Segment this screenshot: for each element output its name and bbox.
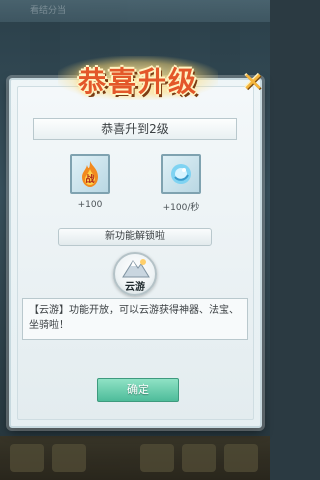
feature-icon-label: 云游 (125, 282, 145, 293)
reward-value-battle-power: +100 (77, 200, 103, 210)
feature-unlock-banner: 新功能解锁啦 (58, 228, 212, 246)
top-status-text: 看结分当 (30, 6, 67, 16)
reward-slot-battle-power[interactable]: 战 (70, 154, 110, 194)
feature-description: 【云游】功能开放，可以云游获得神器、法宝、坐骑啦！ (22, 298, 248, 340)
mountain-icon (122, 259, 150, 278)
dialog-title: 恭喜升级 (77, 65, 198, 98)
menu-slot (224, 444, 258, 472)
title-banner: 恭喜升级 (58, 50, 218, 106)
menu-slot (52, 444, 86, 472)
menu-slot (140, 444, 174, 472)
cloud-travel-icon[interactable]: 云游 (113, 252, 157, 296)
bottom-menu-bar (0, 436, 270, 480)
level-up-message: 恭喜升到2级 (33, 118, 237, 140)
close-button[interactable]: ✕ (240, 70, 266, 96)
top-status-bar: 看结分当 (0, 0, 270, 22)
menu-slot (182, 444, 216, 472)
confirm-button[interactable]: 确定 (97, 378, 179, 402)
menu-slot (10, 444, 44, 472)
spirit-orb-icon (171, 164, 191, 184)
reward-value-spirit: +100/秒 (162, 203, 200, 213)
svg-text:战: 战 (85, 173, 94, 185)
reward-slot-spirit[interactable] (161, 154, 201, 194)
battle-power-flame-icon: 战 (82, 161, 98, 187)
